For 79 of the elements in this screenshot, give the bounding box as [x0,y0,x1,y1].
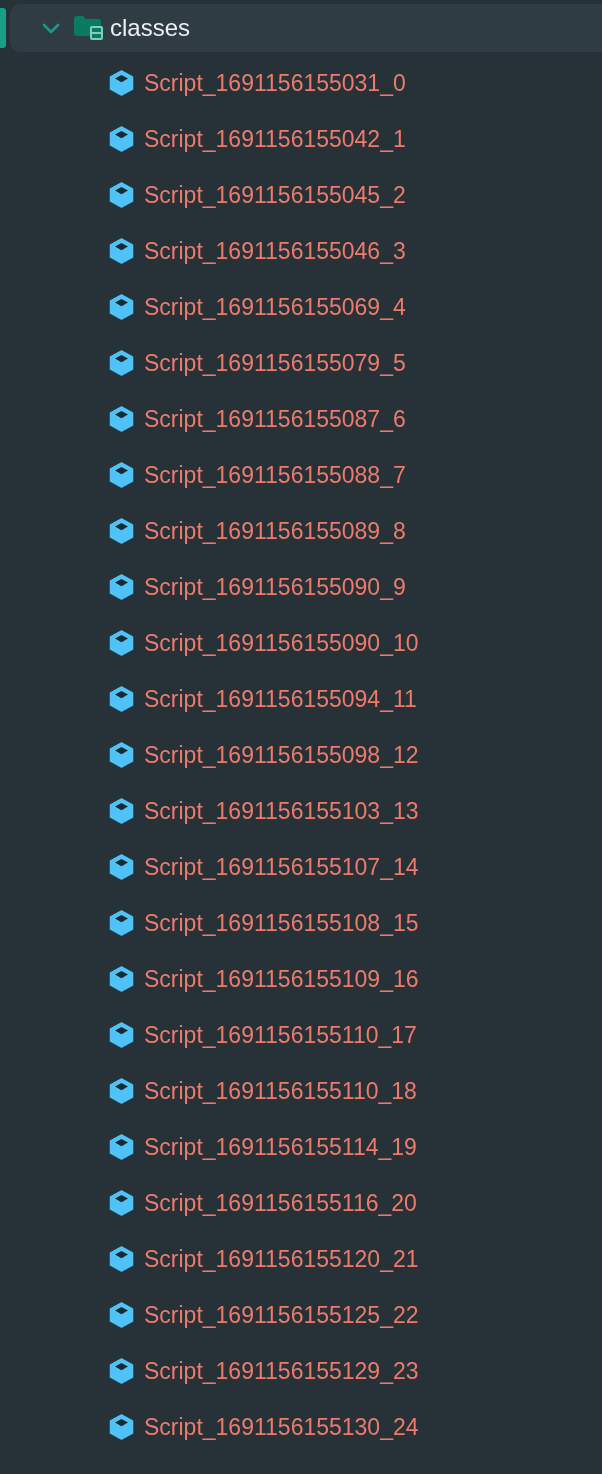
tree-file-row[interactable]: Script_1691156155088_7 [0,447,602,503]
tree-file-row[interactable]: Script_1691156155120_21 [0,1231,602,1287]
cube-icon [109,1134,134,1160]
tree-file-row[interactable]: Script_1691156155089_8 [0,503,602,559]
file-label: Script_1691156155098_12 [144,743,419,767]
tree-file-row[interactable]: Script_1691156155087_6 [0,391,602,447]
tree-file-row[interactable]: Script_1691156155079_5 [0,335,602,391]
tree-file-row[interactable]: Script_1691156155090_10 [0,615,602,671]
file-label: Script_1691156155116_20 [144,1191,417,1215]
cube-icon [109,1022,134,1048]
cube-icon [109,1358,134,1384]
file-label: Script_1691156155046_3 [144,239,406,263]
tree-file-row[interactable]: Script_1691156155045_2 [0,167,602,223]
file-label: Script_1691156155090_9 [144,575,406,599]
file-label: Script_1691156155089_8 [144,519,406,543]
tree-file-row[interactable]: Script_1691156155031_0 [0,55,602,111]
file-label: Script_1691156155120_21 [144,1247,419,1271]
tree-file-row[interactable]: Script_1691156155110_18 [0,1063,602,1119]
cube-icon [109,630,134,656]
tree-file-row[interactable]: Script_1691156155114_19 [0,1119,602,1175]
file-label: Script_1691156155079_5 [144,351,406,375]
cube-icon [109,854,134,880]
file-label: Script_1691156155130_24 [144,1415,419,1439]
cube-icon [109,742,134,768]
cube-icon [109,1302,134,1328]
tree-file-row[interactable]: Script_1691156155129_23 [0,1343,602,1399]
file-label: Script_1691156155094_11 [144,687,417,711]
tree-file-row[interactable]: Script_1691156155069_4 [0,279,602,335]
tree-file-row[interactable]: Script_1691156155042_1 [0,111,602,167]
cube-icon [109,910,134,936]
file-label: Script_1691156155045_2 [144,183,406,207]
cube-icon [109,1078,134,1104]
file-label: Script_1691156155108_15 [144,911,419,935]
cube-icon [109,294,134,320]
tree-file-row[interactable]: Script_1691156155094_11 [0,671,602,727]
file-label: Script_1691156155125_22 [144,1303,419,1327]
file-label: Script_1691156155103_13 [144,799,419,823]
cube-icon [109,574,134,600]
file-label: Script_1691156155088_7 [144,463,406,487]
file-label: Script_1691156155114_19 [144,1135,417,1159]
cube-icon [109,1190,134,1216]
tree-file-row[interactable]: Script_1691156155090_9 [0,559,602,615]
file-label: Script_1691156155110_17 [144,1023,417,1047]
tree-file-row[interactable]: Script_1691156155110_17 [0,1007,602,1063]
tree-file-row[interactable]: Script_1691156155103_13 [0,783,602,839]
cube-icon [109,1246,134,1272]
tree-folder-row[interactable]: classes [10,4,602,52]
tree-file-row[interactable]: Script_1691156155116_20 [0,1175,602,1231]
file-label: Script_1691156155087_6 [144,407,406,431]
file-label: Script_1691156155042_1 [144,127,406,151]
file-label: Script_1691156155107_14 [144,855,419,879]
file-label: Script_1691156155031_0 [144,71,406,95]
file-label: Script_1691156155069_4 [144,295,406,319]
tree-file-row[interactable]: Script_1691156155046_3 [0,223,602,279]
file-label: Script_1691156155109_16 [144,967,419,991]
cube-icon [109,686,134,712]
cube-icon [109,238,134,264]
file-label: Script_1691156155110_18 [144,1079,417,1103]
tree-file-row[interactable]: Script_1691156155109_16 [0,951,602,1007]
cube-icon [109,406,134,432]
folder-icon [74,16,103,40]
tree-file-row[interactable]: Script_1691156155107_14 [0,839,602,895]
folder-label: classes [110,16,191,40]
file-label: Script_1691156155129_23 [144,1359,419,1383]
cube-icon [109,518,134,544]
cube-icon [109,798,134,824]
cube-icon [109,966,134,992]
tree-file-row[interactable]: Script_1691156155108_15 [0,895,602,951]
cube-icon [109,126,134,152]
cube-icon [109,70,134,96]
chevron-down-icon[interactable] [42,22,60,34]
tree-file-row[interactable]: Script_1691156155098_12 [0,727,602,783]
tree-file-row[interactable]: Script_1691156155130_24 [0,1399,602,1455]
cube-icon [109,1414,134,1440]
file-label: Script_1691156155090_10 [144,631,419,655]
tree-file-row[interactable]: Script_1691156155125_22 [0,1287,602,1343]
cube-icon [109,182,134,208]
cube-icon [109,350,134,376]
cube-icon [109,462,134,488]
